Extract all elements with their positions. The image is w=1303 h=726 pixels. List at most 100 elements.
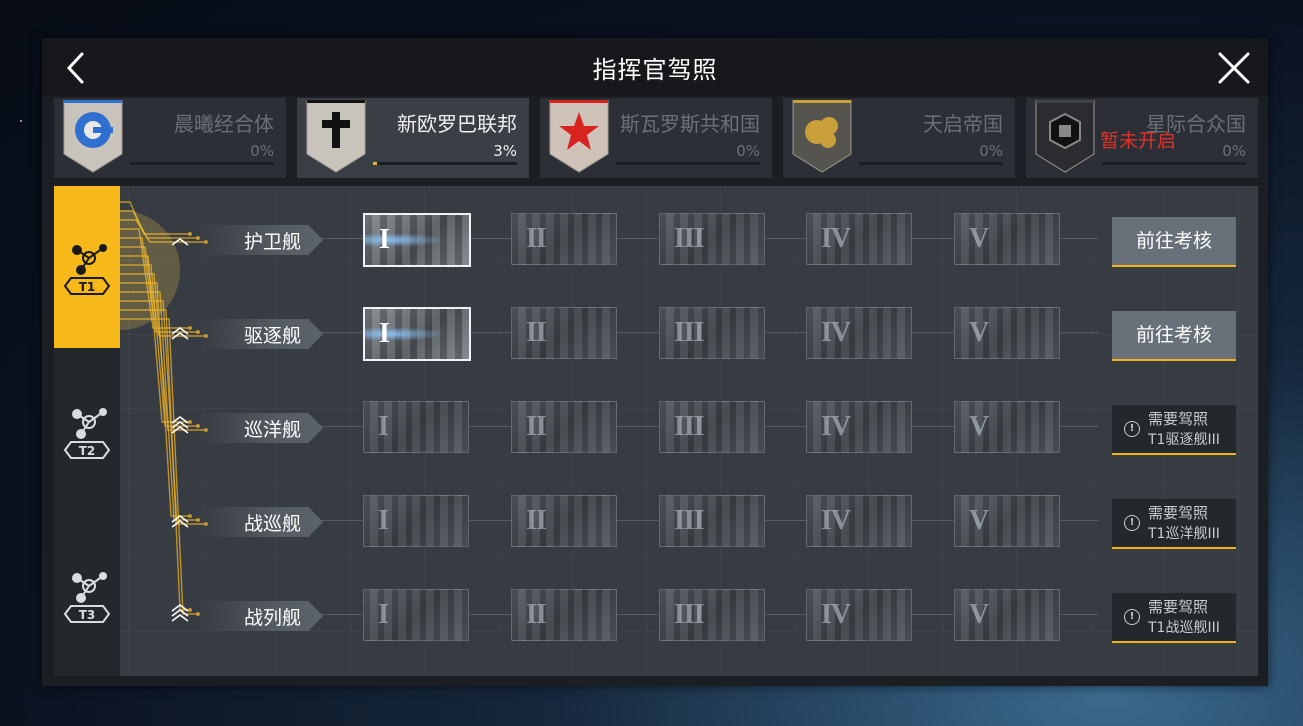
level-numeral: III (674, 599, 705, 630)
license-level-cell[interactable]: II (511, 213, 617, 265)
license-panel: 指挥官驾照 晨曦经合体 0% 新欧罗巴联邦 3% 斯瓦罗斯共和国 0% 天启帝国 0% 星际合众… (42, 38, 1268, 686)
license-level-cell[interactable]: I (363, 495, 469, 547)
level-numeral: V (969, 317, 989, 348)
faction-tab[interactable]: 晨曦经合体 0% (54, 98, 286, 178)
requirement-title: 需要驾照 (1148, 598, 1209, 616)
faction-name: 新欧罗巴联邦 (397, 112, 517, 136)
ship-type-name: 战巡舰 (243, 513, 301, 535)
rank-chevron-icon (171, 604, 189, 622)
ship-type-label: 巡洋舰 (201, 413, 323, 443)
level-numeral: V (969, 599, 989, 630)
ship-type-name: 护卫舰 (243, 231, 301, 253)
faction-progress-bar (373, 162, 517, 165)
license-level-cell[interactable]: V (954, 495, 1060, 547)
level-numeral: IV (821, 599, 851, 630)
ship-row: 驱逐舰 I II III IV V 前往考核 (54, 303, 1258, 363)
info-icon: ! (1124, 515, 1140, 531)
shield-black-cross-emblem (306, 100, 366, 173)
rank-chevron-icon (171, 327, 189, 340)
faction-tabs: 晨曦经合体 0% 新欧罗巴联邦 3% 斯瓦罗斯共和国 0% 天启帝国 0% 星际合众国 0% 暂未开… (54, 98, 1258, 178)
level-numeral: II (526, 223, 547, 254)
ship-type-name: 战列舰 (243, 607, 301, 629)
rank-chevron-icon (171, 238, 189, 246)
license-level-cell[interactable]: IV (806, 307, 912, 359)
license-level-cell[interactable]: I (363, 307, 471, 361)
title-bar: 指挥官驾照 (42, 38, 1268, 96)
license-grid: T1 T2 T3 护卫舰 I II III IV V 前往考核 驱逐舰 I II III IV V 前往考核巡… (54, 186, 1258, 676)
faction-tab[interactable]: 新欧罗巴联邦 3% (297, 98, 529, 178)
license-level-cell[interactable]: V (954, 589, 1060, 641)
go-assess-button[interactable]: 前往考核 (1112, 217, 1236, 267)
info-icon: ! (1124, 421, 1140, 437)
tier-label: T1 (79, 280, 96, 294)
requirement-title: 需要驾照 (1148, 410, 1209, 428)
faction-tab[interactable]: 星际合众国 0% 暂未开启 (1026, 98, 1258, 178)
level-numeral: III (674, 411, 705, 442)
level-numeral: III (674, 223, 705, 254)
shield-gold-orb-emblem (792, 100, 852, 173)
level-numeral: IV (821, 223, 851, 254)
license-level-cell[interactable]: V (954, 213, 1060, 265)
page-title: 指挥官驾照 (592, 56, 718, 84)
level-glow (365, 233, 445, 247)
license-level-cell[interactable]: II (511, 307, 617, 359)
license-level-cell[interactable]: II (511, 495, 617, 547)
level-numeral: II (526, 411, 547, 442)
ship-row: 护卫舰 I II III IV V 前往考核 (54, 209, 1258, 269)
requirement-detail: T1战巡舰III (1148, 620, 1220, 636)
license-level-cell[interactable]: IV (806, 213, 912, 265)
faction-progress-bar (616, 162, 760, 165)
license-level-cell[interactable]: III (659, 495, 765, 547)
license-level-cell[interactable]: II (511, 401, 617, 453)
level-glow (365, 327, 445, 341)
faction-percent: 0% (1222, 142, 1246, 160)
faction-progress-bar (1102, 162, 1246, 165)
license-level-cell[interactable]: II (511, 589, 617, 641)
level-numeral: II (526, 317, 547, 348)
license-level-cell[interactable]: I (363, 213, 471, 267)
license-requirement: ! 需要驾照 T1驱逐舰III (1112, 405, 1236, 455)
level-numeral: I (378, 505, 389, 536)
faction-name: 晨曦经合体 (174, 112, 274, 136)
level-numeral: II (526, 599, 547, 630)
ship-row: 战巡舰 I II III IV V! 需要驾照 T1巡洋舰III (54, 491, 1258, 551)
level-numeral: IV (821, 317, 851, 348)
faction-percent: 0% (979, 142, 1003, 160)
go-assess-button[interactable]: 前往考核 (1112, 311, 1236, 361)
faction-name: 天启帝国 (923, 112, 1003, 136)
faction-tab[interactable]: 斯瓦罗斯共和国 0% (540, 98, 772, 178)
license-level-cell[interactable]: V (954, 307, 1060, 359)
close-icon[interactable] (1212, 46, 1256, 90)
license-level-cell[interactable]: I (363, 589, 469, 641)
ship-type-name: 巡洋舰 (243, 419, 301, 441)
ship-type-label: 护卫舰 (201, 225, 323, 255)
faction-name: 斯瓦罗斯共和国 (620, 112, 760, 136)
license-level-cell[interactable]: III (659, 401, 765, 453)
faction-percent: 0% (250, 142, 274, 160)
level-numeral: I (378, 411, 389, 442)
license-level-cell[interactable]: V (954, 401, 1060, 453)
level-numeral: III (674, 505, 705, 536)
level-numeral: II (526, 505, 547, 536)
license-level-cell[interactable]: IV (806, 401, 912, 453)
shield-red-star-emblem (549, 100, 609, 173)
level-numeral: V (969, 223, 989, 254)
license-level-cell[interactable]: III (659, 589, 765, 641)
level-numeral: I (378, 599, 389, 630)
faction-progress-bar (859, 162, 1003, 165)
faction-tab[interactable]: 天启帝国 0% (783, 98, 1015, 178)
license-level-cell[interactable]: III (659, 307, 765, 359)
license-level-cell[interactable]: IV (806, 589, 912, 641)
level-numeral: V (969, 505, 989, 536)
ship-type-label: 驱逐舰 (201, 319, 323, 349)
ship-type-name: 驱逐舰 (243, 325, 301, 347)
license-level-cell[interactable]: III (659, 213, 765, 265)
faction-percent: 0% (736, 142, 760, 160)
rank-chevron-icon (171, 515, 189, 528)
level-numeral: IV (821, 411, 851, 442)
requirement-detail: T1驱逐舰III (1148, 432, 1220, 448)
license-level-cell[interactable]: IV (806, 495, 912, 547)
level-numeral: I (379, 318, 390, 349)
faction-progress-fill (373, 162, 378, 165)
license-level-cell[interactable]: I (363, 401, 469, 453)
